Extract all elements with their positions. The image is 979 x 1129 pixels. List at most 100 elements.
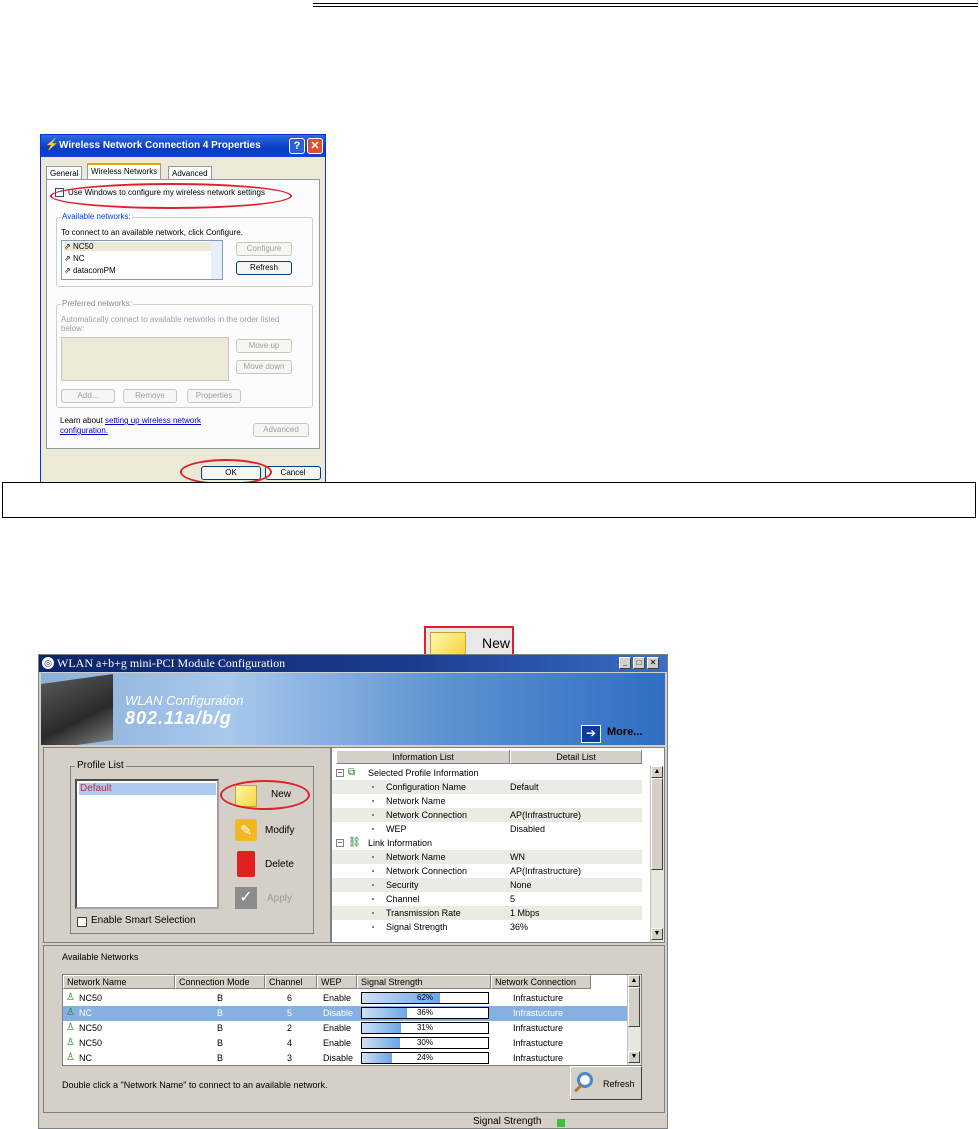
close-button[interactable]: ✕ [647, 657, 659, 669]
profile-pane: Profile List Default New ✎ Modify Delete… [43, 747, 331, 943]
signal-bar: 31% [361, 1022, 489, 1034]
scroll-up-icon[interactable]: ▲ [651, 766, 663, 778]
move-up-button[interactable]: Move up [236, 339, 292, 353]
signal-bar: 30% [361, 1037, 489, 1049]
banner: WLAN Configuration 802.11a/b/g ➔ More... [41, 673, 665, 745]
move-down-button[interactable]: Move down [236, 360, 292, 374]
tab-advanced[interactable]: Advanced [168, 166, 212, 180]
info-row: Network Name WN [332, 850, 642, 864]
add-button[interactable]: Add... [61, 389, 115, 403]
refresh-label: Refresh [603, 1079, 635, 1089]
antenna-icon: ♙ [66, 1007, 75, 1018]
networks-table: Network Name Connection Mode Channel WEP… [62, 974, 642, 1066]
remove-button[interactable]: Remove [123, 389, 177, 403]
banner-title: WLAN Configuration [125, 693, 244, 708]
preferred-hint-1: Automatically connect to available netwo… [61, 315, 280, 324]
preferred-networks-group: Preferred networks: Automatically connec… [56, 299, 313, 408]
tab-wireless-networks[interactable]: Wireless Networks [87, 163, 162, 180]
col-channel[interactable]: Channel [265, 975, 317, 989]
table-row[interactable]: ♙ NC B 3 Disable 24% Infrastucture [63, 1051, 629, 1065]
profile-item[interactable]: Default [79, 783, 216, 795]
table-row[interactable]: ♙ NC50 B 2 Enable 31% Infrastucture [63, 1021, 629, 1036]
top-rule-2 [313, 6, 978, 7]
properties-button[interactable]: Properties [187, 389, 241, 403]
help-button[interactable]: ? [289, 138, 305, 154]
info-row: Configuration Name Default [332, 780, 642, 794]
preferred-networks-list[interactable] [61, 337, 229, 381]
status-signal-label: Signal Strength [473, 1116, 542, 1127]
col-signal-strength[interactable]: Signal Strength [357, 975, 491, 989]
status-bar: Signal Strength [39, 1115, 667, 1128]
col-network-name[interactable]: Network Name [63, 975, 175, 989]
col-wep[interactable]: WEP [317, 975, 357, 989]
app-title: WLAN a+b+g mini-PCI Module Configuration [57, 656, 286, 670]
trash-icon[interactable] [237, 851, 255, 877]
antenna-icon: ♙ [66, 1037, 75, 1048]
top-rule [313, 3, 978, 4]
check-icon[interactable]: ✓ [235, 887, 257, 909]
col-connection-mode[interactable]: Connection Mode [175, 975, 265, 989]
available-networks-group: Available networks: To connect to an ava… [56, 212, 313, 287]
antenna-icon: ♙ [66, 1022, 75, 1033]
scroll-down-icon[interactable]: ▼ [628, 1051, 640, 1063]
tab-detail-list[interactable]: Detail List [510, 750, 642, 764]
list-scrollbar[interactable] [211, 241, 222, 279]
tab-general[interactable]: General [46, 166, 83, 180]
highlight-ellipse-use-windows [50, 183, 292, 209]
profile-list-label: Profile List [75, 760, 126, 771]
list-item[interactable]: ⇗ datacomPM [64, 266, 116, 275]
info-row: Transmission Rate 1 Mbps [332, 906, 642, 920]
table-scrollbar[interactable]: ▲ ▼ [627, 975, 641, 1065]
new-folder-icon [430, 632, 466, 656]
delete-button[interactable]: Delete [265, 859, 294, 870]
smart-selection-checkbox[interactable] [77, 917, 87, 927]
arrow-right-icon[interactable]: ➔ [581, 725, 601, 743]
learn-text: Learn about setting up wireless network [60, 416, 201, 425]
learn-link[interactable]: setting up wireless network [105, 416, 201, 425]
info-pane: Information List Detail List − ⧉ Selecte… [331, 747, 665, 943]
configure-button[interactable]: Configure [236, 242, 292, 256]
scroll-thumb[interactable] [628, 987, 640, 1027]
wlan-config-window: ◎ WLAN a+b+g mini-PCI Module Configurati… [38, 654, 668, 1129]
scroll-down-icon[interactable]: ▼ [651, 928, 663, 940]
caption-box [2, 482, 976, 518]
scroll-up-icon[interactable]: ▲ [628, 975, 640, 987]
profile-list[interactable]: Default [75, 779, 219, 909]
refresh-button[interactable]: Refresh [236, 261, 292, 275]
preferred-hint-2: below: [61, 324, 85, 333]
close-button[interactable]: ✕ [307, 138, 323, 154]
signal-bar: 62% [361, 992, 489, 1004]
refresh-button[interactable]: Refresh [570, 1066, 642, 1100]
xp-title-bar: ⚡ Wireless Network Connection 4 Properti… [41, 135, 325, 157]
apply-button[interactable]: Apply [267, 893, 292, 904]
more-button[interactable]: More... [607, 726, 642, 738]
modify-button[interactable]: Modify [265, 825, 294, 836]
info-scrollbar[interactable]: ▲ ▼ [650, 766, 664, 942]
section-selected-profile: − ⧉ Selected Profile Information [336, 767, 479, 778]
col-network-connection[interactable]: Network Connection [491, 975, 591, 989]
available-networks-label: Available networks: [61, 212, 132, 221]
learn-link-2[interactable]: configuration. [60, 426, 108, 435]
available-networks-pane: Available Networks Network Name Connecti… [43, 945, 665, 1113]
table-row[interactable]: ♙ NC50 B 6 Enable 62% Infrastucture [63, 991, 629, 1006]
minimize-button[interactable]: _ [619, 657, 631, 669]
cancel-button[interactable]: Cancel [265, 466, 321, 480]
tab-information-list[interactable]: Information List [336, 750, 510, 764]
info-row: Signal Strength 36% [332, 920, 642, 934]
list-item[interactable]: ⇗ NC50 [64, 242, 212, 251]
antenna-icon: ♙ [66, 992, 75, 1003]
profile-icon: ⧉ [348, 767, 356, 778]
xp-title: Wireless Network Connection 4 Properties [59, 140, 261, 151]
collapse-toggle[interactable]: − [336, 839, 344, 847]
scroll-thumb[interactable] [651, 778, 663, 870]
available-networks-list[interactable]: ⇗ NC50 ⇗ NC ⇗ datacomPM [61, 240, 223, 280]
collapse-toggle[interactable]: − [336, 769, 344, 777]
advanced-button[interactable]: Advanced [253, 423, 309, 437]
info-row: Network Connection AP(Infrastructure) [332, 808, 642, 822]
table-row[interactable]: ♙ NC B 5 Disable 36% Infrastucture [63, 1006, 629, 1021]
list-item[interactable]: ⇗ NC [64, 254, 85, 263]
modify-icon[interactable]: ✎ [235, 819, 257, 841]
maximize-button[interactable]: □ [633, 657, 645, 669]
tab-panel: Use Windows to configure my wireless net… [46, 179, 320, 449]
table-row[interactable]: ♙ NC50 B 4 Enable 30% Infrastucture [63, 1036, 629, 1051]
